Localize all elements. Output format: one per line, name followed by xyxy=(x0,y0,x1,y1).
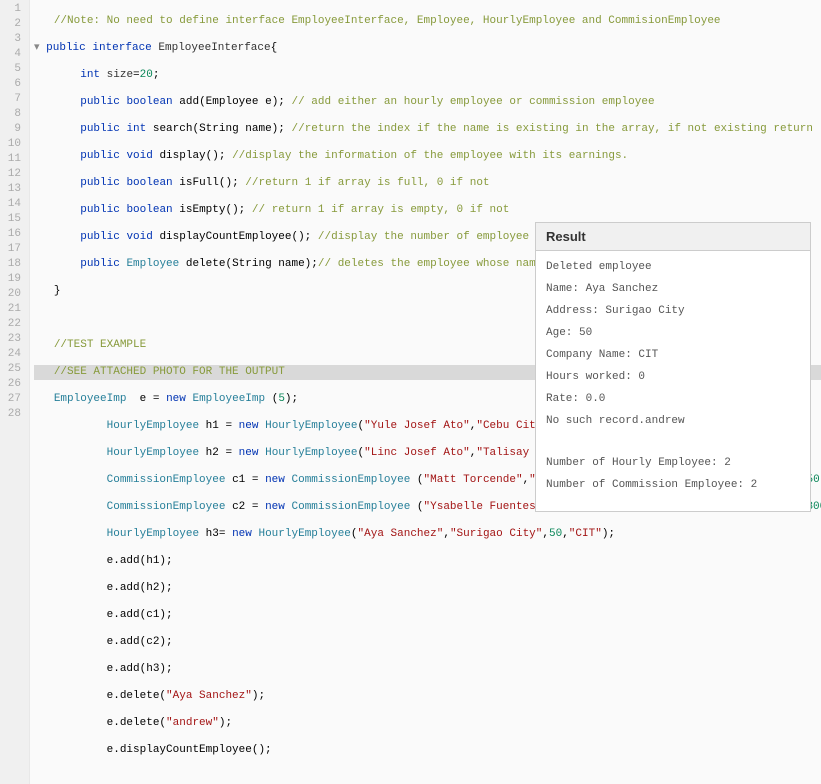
line-number: 20 xyxy=(4,287,21,302)
result-line: Company Name: CIT xyxy=(546,349,800,361)
keyword: int xyxy=(80,69,100,81)
line-number: 10 xyxy=(4,137,21,152)
keyword: interface xyxy=(92,42,151,54)
brace: { xyxy=(271,42,278,54)
result-line: Rate: 0.0 xyxy=(546,393,800,405)
result-line: No such record.andrew xyxy=(546,415,800,427)
line-number: 8 xyxy=(4,107,21,122)
code-line[interactable]: public boolean add(Employee e); // add e… xyxy=(34,95,821,110)
code-line[interactable]: e.delete("andrew"); xyxy=(34,716,821,731)
result-spacer xyxy=(546,437,800,447)
comment: //Note: No need to define interface Empl… xyxy=(54,15,721,27)
result-panel: Result Deleted employee Name: Aya Sanche… xyxy=(535,222,811,512)
line-number: 15 xyxy=(4,212,21,227)
fold-icon[interactable]: ▾ xyxy=(34,42,40,54)
line-number: 6 xyxy=(4,77,21,92)
identifier: EmployeeInterface xyxy=(158,42,270,54)
result-line: Number of Commission Employee: 2 xyxy=(546,479,800,491)
line-number: 22 xyxy=(4,317,21,332)
code-line[interactable]: e.add(h1); xyxy=(34,554,821,569)
code-line[interactable]: int size=20; xyxy=(34,68,821,83)
line-number: 5 xyxy=(4,62,21,77)
line-number: 23 xyxy=(4,332,21,347)
line-number: 24 xyxy=(4,347,21,362)
code-line[interactable]: e.add(h2); xyxy=(34,581,821,596)
result-line: Hours worked: 0 xyxy=(546,371,800,383)
line-number: 13 xyxy=(4,182,21,197)
line-number: 7 xyxy=(4,92,21,107)
code-line[interactable]: //Note: No need to define interface Empl… xyxy=(34,14,821,29)
line-number: 14 xyxy=(4,197,21,212)
line-number: 25 xyxy=(4,362,21,377)
line-number: 21 xyxy=(4,302,21,317)
line-number: 9 xyxy=(4,122,21,137)
code-line[interactable]: public void display(); //display the inf… xyxy=(34,149,821,164)
result-line: Deleted employee xyxy=(546,261,800,273)
line-number: 4 xyxy=(4,47,21,62)
line-number: 18 xyxy=(4,257,21,272)
result-line: Number of Hourly Employee: 2 xyxy=(546,457,800,469)
code-line[interactable]: public boolean isFull(); //return 1 if a… xyxy=(34,176,821,191)
code-line[interactable]: e.add(c2); xyxy=(34,635,821,650)
line-number: 19 xyxy=(4,272,21,287)
code-line[interactable]: HourlyEmployee h3= new HourlyEmployee("A… xyxy=(34,527,821,542)
line-number: 12 xyxy=(4,167,21,182)
result-line: Name: Aya Sanchez xyxy=(546,283,800,295)
identifier: size xyxy=(107,69,133,81)
result-title: Result xyxy=(536,223,810,251)
line-number: 26 xyxy=(4,377,21,392)
code-line[interactable]: e.delete("Aya Sanchez"); xyxy=(34,689,821,704)
line-gutter: 1 2 3 4 5 6 7 8 9 10 11 12 13 14 15 16 1… xyxy=(0,0,30,784)
line-number: 11 xyxy=(4,152,21,167)
line-number: 2 xyxy=(4,17,21,32)
code-line[interactable]: e.add(h3); xyxy=(34,662,821,677)
result-line: Address: Surigao City xyxy=(546,305,800,317)
number: 20 xyxy=(140,69,153,81)
code-line[interactable]: e.add(c1); xyxy=(34,608,821,623)
line-number: 28 xyxy=(4,407,21,422)
code-line[interactable]: ▾ public interface EmployeeInterface{ xyxy=(34,41,821,56)
keyword: public xyxy=(46,42,86,54)
code-line[interactable]: public int search(String name); //return… xyxy=(34,122,821,137)
line-number: 27 xyxy=(4,392,21,407)
code-line[interactable]: public boolean isEmpty(); // return 1 if… xyxy=(34,203,821,218)
code-line[interactable]: e.displayCountEmployee(); xyxy=(34,743,821,758)
line-number: 17 xyxy=(4,242,21,257)
result-body: Deleted employee Name: Aya Sanchez Addre… xyxy=(536,251,810,511)
result-line: Age: 50 xyxy=(546,327,800,339)
line-number: 16 xyxy=(4,227,21,242)
line-number: 3 xyxy=(4,32,21,47)
line-number: 1 xyxy=(4,2,21,17)
